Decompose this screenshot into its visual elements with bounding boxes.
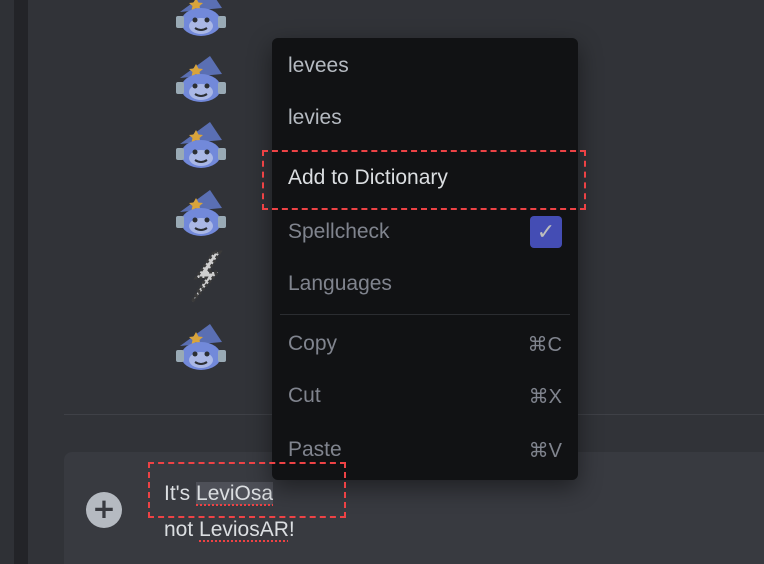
spellcheck-context-menu: levees levies Add to Dictionary Spellche… <box>272 38 578 480</box>
paste-shortcut: ⌘V <box>528 439 562 462</box>
check-icon: ✓ <box>536 219 556 244</box>
spellcheck-toggle-item[interactable]: Spellcheck ✓ <box>272 212 578 252</box>
lightning-icon[interactable] <box>176 248 234 306</box>
plus-icon: + <box>92 492 116 525</box>
suggestion-item-levies[interactable]: levies <box>272 98 578 138</box>
copy-item[interactable]: Copy ⌘C <box>272 324 578 364</box>
languages-item[interactable]: Languages <box>272 264 578 304</box>
composer-text-line-2[interactable]: not LeviosAR! <box>164 518 295 542</box>
cut-item[interactable]: Cut ⌘X <box>272 376 578 416</box>
misspelled-word[interactable]: LeviosAR <box>199 518 289 541</box>
wizard-avatar-icon[interactable] <box>172 184 230 242</box>
copy-shortcut: ⌘C <box>527 333 562 356</box>
spellcheck-checkbox[interactable]: ✓ <box>530 216 562 248</box>
misspelled-word-highlight <box>148 462 346 518</box>
wizard-avatar-icon[interactable] <box>172 318 230 376</box>
cut-shortcut: ⌘X <box>528 385 562 408</box>
wizard-avatar-icon[interactable] <box>172 50 230 108</box>
wizard-avatar-icon[interactable] <box>172 116 230 174</box>
suggestion-item-levees[interactable]: levees <box>272 46 578 86</box>
channel-sidebar-edge <box>14 0 28 564</box>
add-to-dictionary-highlight <box>262 150 586 210</box>
server-sidebar <box>0 0 14 564</box>
menu-separator <box>280 314 570 315</box>
add-attachment-button[interactable]: + <box>86 492 122 528</box>
wizard-avatar-icon[interactable] <box>172 0 230 42</box>
